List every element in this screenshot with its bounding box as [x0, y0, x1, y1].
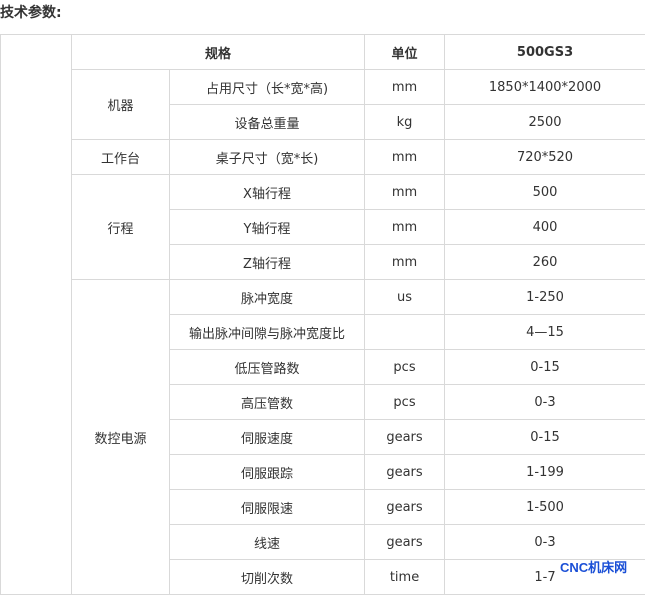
row-unit: gears: [365, 455, 445, 490]
row-name: 线速: [170, 525, 365, 560]
group-worktable: 工作台: [72, 140, 170, 175]
group-power: 数控电源: [72, 280, 170, 595]
header-unit: 单位: [365, 35, 445, 70]
row-value: 4—15: [445, 315, 645, 350]
row-name: Y轴行程: [170, 210, 365, 245]
row-name: 伺服速度: [170, 420, 365, 455]
blank-left-column: [1, 35, 72, 595]
row-name: Z轴行程: [170, 245, 365, 280]
row-value: 1-199: [445, 455, 645, 490]
row-name: 输出脉冲间隙与脉冲宽度比: [170, 315, 365, 350]
row-value: 260: [445, 245, 645, 280]
row-name: 切削次数: [170, 560, 365, 595]
row-name: 低压管路数: [170, 350, 365, 385]
row-name: 伺服限速: [170, 490, 365, 525]
table-row: 工作台 桌子尺寸（宽*长) mm 720*520: [1, 140, 645, 175]
row-value: 2500: [445, 105, 645, 140]
header-model: 500GS3: [445, 35, 645, 70]
table-row: 数控电源 脉冲宽度 us 1-250: [1, 280, 645, 315]
row-unit: mm: [365, 140, 445, 175]
row-unit: gears: [365, 420, 445, 455]
row-name: 高压管数: [170, 385, 365, 420]
row-unit: pcs: [365, 350, 445, 385]
spec-table: 规格 单位 500GS3 机器 占用尺寸（长*宽*高) mm 1850*1400…: [0, 34, 645, 595]
row-name: 脉冲宽度: [170, 280, 365, 315]
row-unit: pcs: [365, 385, 445, 420]
table-header-row: 规格 单位 500GS3: [1, 35, 645, 70]
group-travel: 行程: [72, 175, 170, 280]
header-spec: 规格: [72, 35, 365, 70]
row-name: 设备总重量: [170, 105, 365, 140]
row-unit: us: [365, 280, 445, 315]
row-unit: mm: [365, 70, 445, 105]
row-unit: mm: [365, 245, 445, 280]
section-heading: 技术参数:: [0, 2, 62, 22]
table-row: 行程 X轴行程 mm 500: [1, 175, 645, 210]
row-value: 1-250: [445, 280, 645, 315]
row-unit: time: [365, 560, 445, 595]
row-value: 500: [445, 175, 645, 210]
row-value: 0-3: [445, 385, 645, 420]
row-value: 0-15: [445, 420, 645, 455]
row-value: 0-15: [445, 350, 645, 385]
table-row: 机器 占用尺寸（长*宽*高) mm 1850*1400*2000: [1, 70, 645, 105]
site-watermark: CNC机床网: [560, 557, 627, 576]
row-unit: gears: [365, 490, 445, 525]
row-unit: [365, 315, 445, 350]
row-value: 0-3: [445, 525, 645, 560]
row-value: 720*520: [445, 140, 645, 175]
row-name: X轴行程: [170, 175, 365, 210]
row-value: 400: [445, 210, 645, 245]
group-machine: 机器: [72, 70, 170, 140]
row-name: 桌子尺寸（宽*长): [170, 140, 365, 175]
row-value: 1850*1400*2000: [445, 70, 645, 105]
row-unit: mm: [365, 175, 445, 210]
row-unit: kg: [365, 105, 445, 140]
row-name: 占用尺寸（长*宽*高): [170, 70, 365, 105]
row-unit: gears: [365, 525, 445, 560]
row-value: 1-500: [445, 490, 645, 525]
row-unit: mm: [365, 210, 445, 245]
row-name: 伺服跟踪: [170, 455, 365, 490]
